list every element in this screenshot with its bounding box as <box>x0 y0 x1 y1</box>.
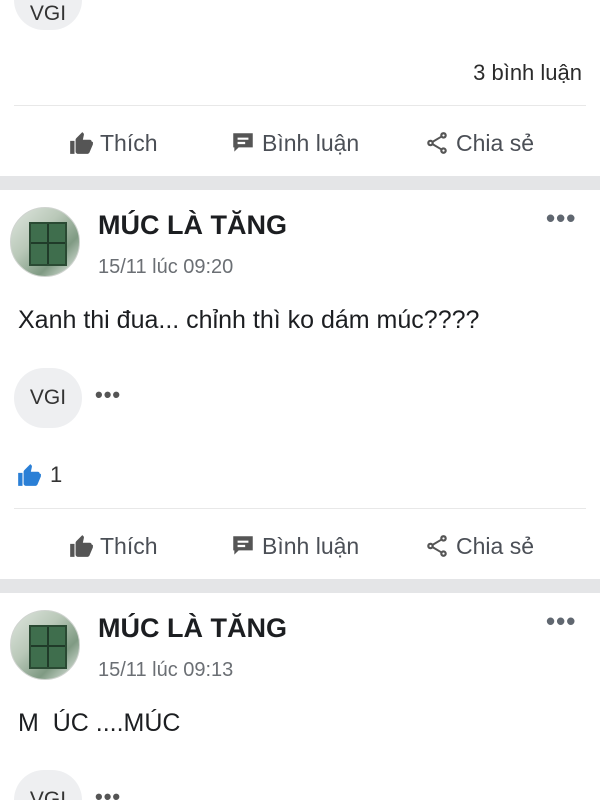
comment-count[interactable]: 3 bình luận <box>473 60 582 86</box>
avatar[interactable] <box>10 610 80 680</box>
share-label: Chia sẻ <box>456 532 534 559</box>
like-button[interactable]: Thích <box>68 533 158 560</box>
thumbs-up-icon <box>18 464 41 486</box>
post-separator <box>0 176 600 190</box>
like-summary[interactable]: 1 <box>16 462 62 488</box>
reactor-label: VGI <box>29 386 67 409</box>
avatar-image <box>29 625 67 669</box>
more-dots-icon[interactable]: ••• <box>546 203 576 234</box>
share-icon <box>427 535 447 557</box>
share-button[interactable]: Chia sẻ <box>424 533 534 560</box>
author-name[interactable]: MÚC LÀ TĂNG <box>98 210 287 241</box>
reactor-pill-top[interactable]: VGI <box>14 0 82 30</box>
author-name[interactable]: MÚC LÀ TĂNG <box>98 613 287 644</box>
post-separator <box>0 579 600 593</box>
avatar[interactable] <box>10 207 80 277</box>
more-dots-icon[interactable]: ••• <box>95 784 121 800</box>
comment-button[interactable]: Bình luận <box>230 130 359 157</box>
more-dots-icon[interactable]: ••• <box>546 606 576 637</box>
like-label: Thích <box>100 129 158 156</box>
post-timestamp[interactable]: 15/11 lúc 09:20 <box>98 256 233 279</box>
comment-button[interactable]: Bình luận <box>230 533 359 560</box>
reactor-pill[interactable]: VGI <box>14 770 82 800</box>
post-text: Xanh thi đua... chỉnh thì ko dám múc???? <box>18 306 480 334</box>
thumbs-up-icon <box>70 132 93 154</box>
avatar-image <box>29 222 67 266</box>
share-button[interactable]: Chia sẻ <box>424 130 534 157</box>
reactor-label: VGI <box>29 788 67 800</box>
action-bar-top: Thích Bình luận Chia sẻ <box>0 108 600 178</box>
comment-bubble-icon <box>233 133 253 152</box>
like-count: 1 <box>50 462 63 487</box>
comment-label: Bình luận <box>262 129 360 156</box>
more-dots-icon[interactable]: ••• <box>95 382 121 408</box>
reactor-label: VGI <box>29 2 67 25</box>
reactor-pill[interactable]: VGI <box>14 368 82 428</box>
share-label: Chia sẻ <box>456 129 534 156</box>
thumbs-up-icon <box>70 535 93 557</box>
divider <box>14 508 586 509</box>
post-timestamp[interactable]: 15/11 lúc 09:13 <box>98 659 233 682</box>
action-bar-post-1: Thích Bình luận Chia sẻ <box>0 511 600 581</box>
divider <box>14 105 586 106</box>
comment-label: Bình luận <box>262 532 360 559</box>
comment-bubble-icon <box>233 536 253 555</box>
post-text: M ÚC ....MÚC <box>18 709 181 737</box>
like-button[interactable]: Thích <box>68 130 158 157</box>
like-label: Thích <box>100 532 158 559</box>
share-icon <box>427 132 447 154</box>
